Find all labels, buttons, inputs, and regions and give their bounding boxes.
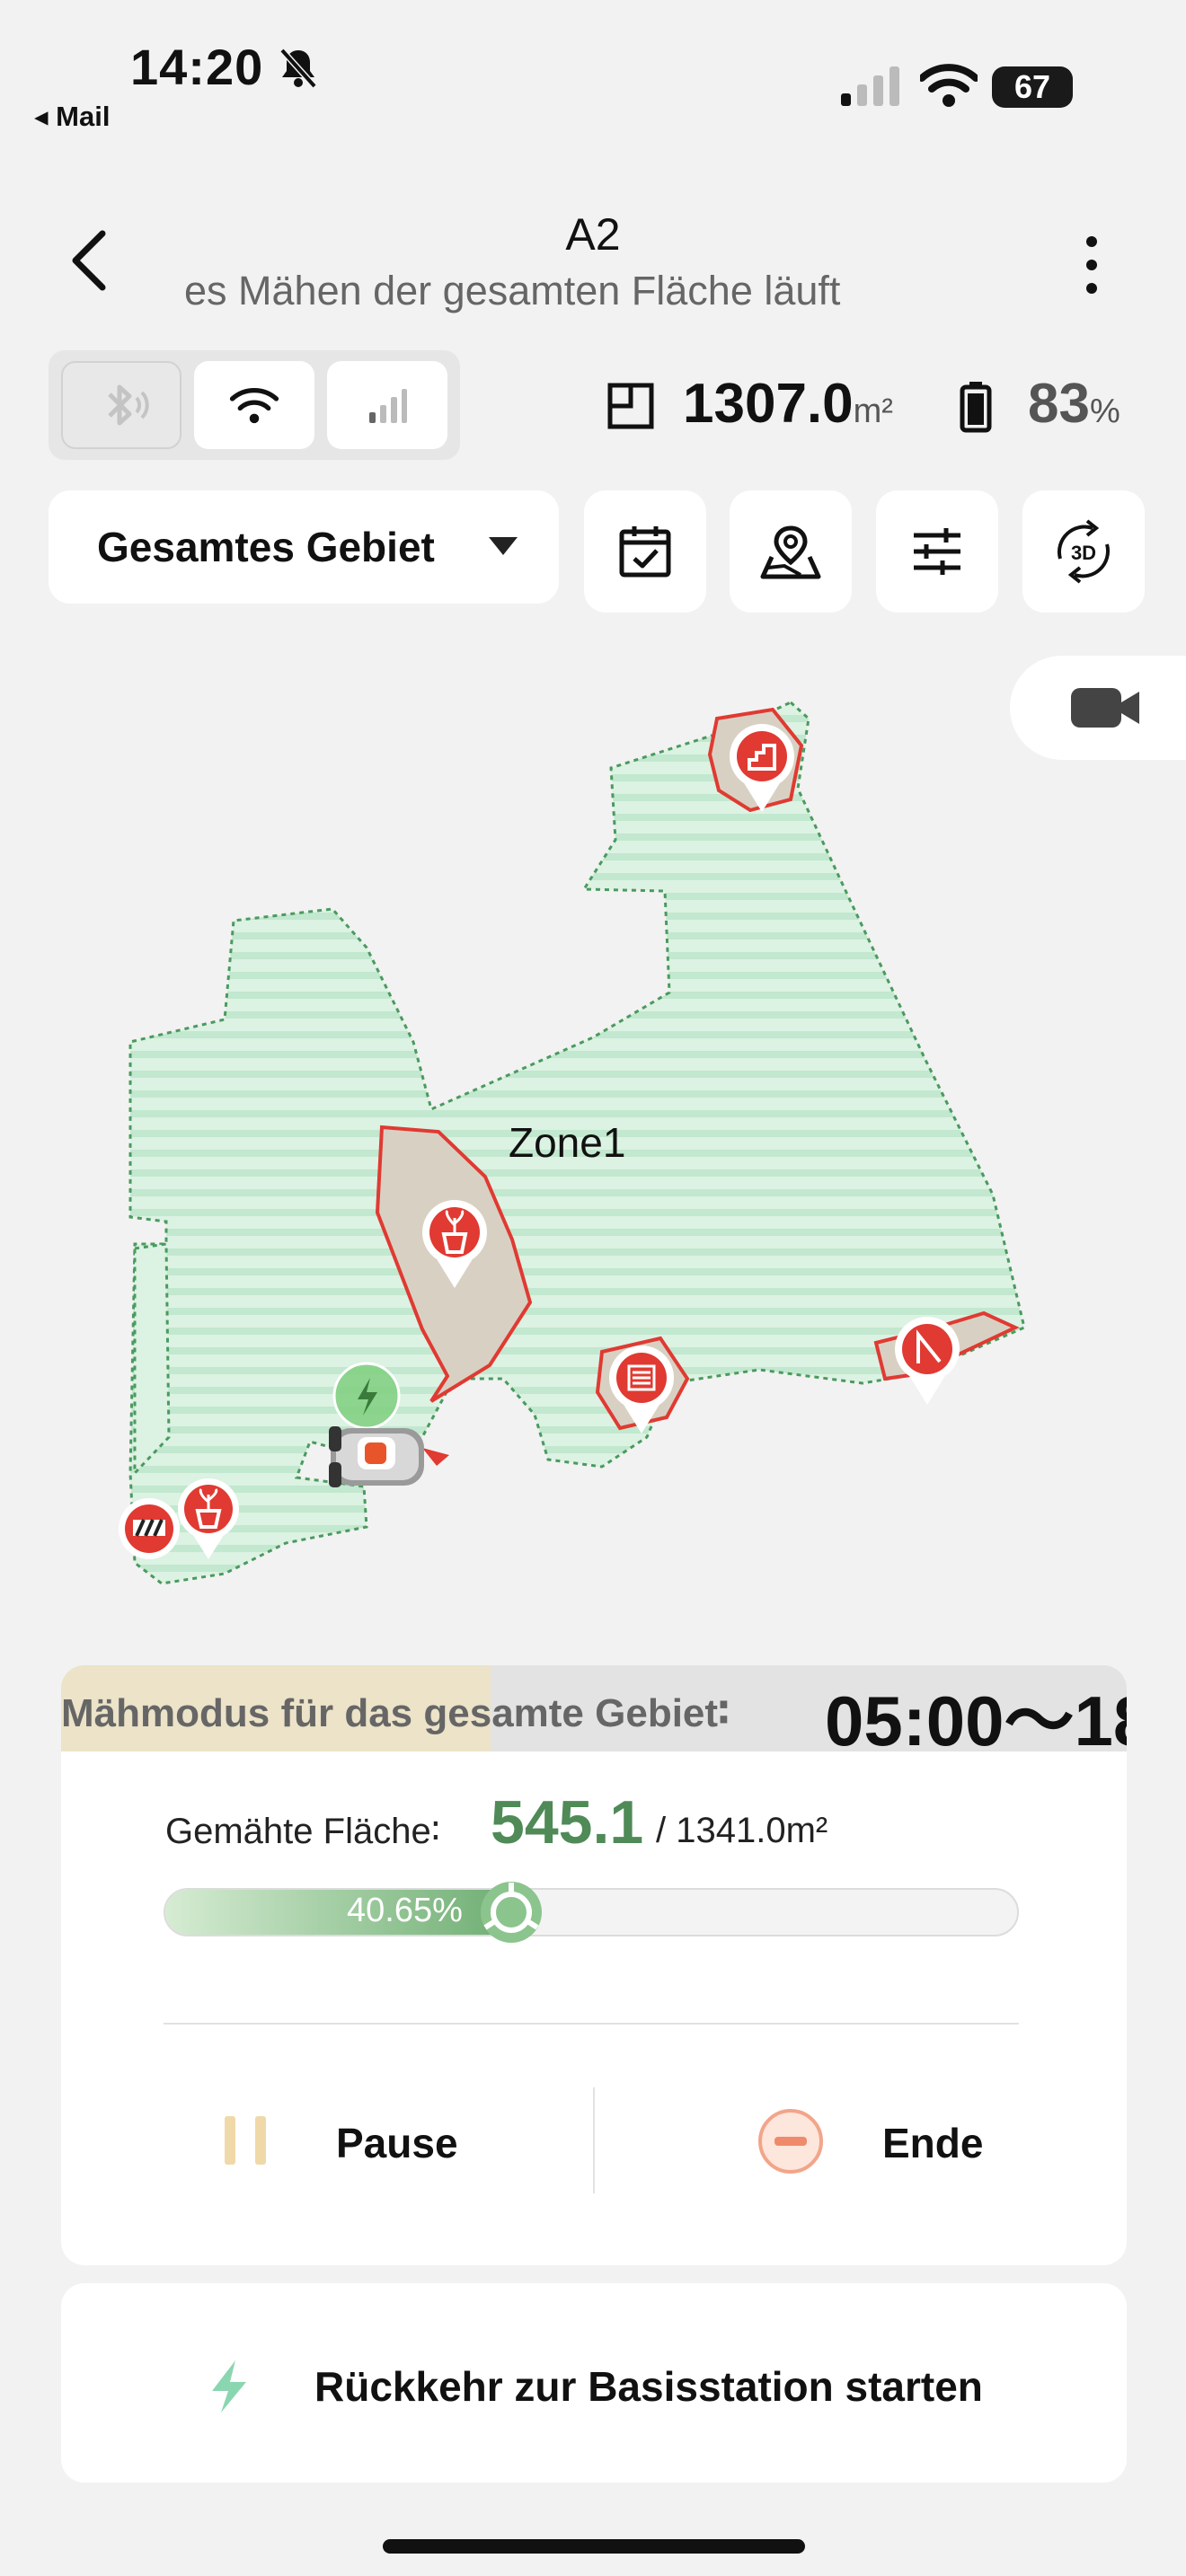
more-options-icon[interactable]	[1074, 229, 1110, 301]
barrier-marker-icon[interactable]	[119, 1498, 180, 1559]
mower-battery-value: 83%	[1028, 373, 1120, 435]
return-to-base-label: Rückkehr zur Basisstation starten	[314, 2363, 983, 2410]
bluetooth-toggle[interactable]	[61, 361, 181, 449]
mowing-mode-label: Mähmodus für das gesamte Gebiet∶	[61, 1691, 730, 1735]
progress-percent: 40.65%	[347, 1892, 463, 1929]
stop-icon	[758, 2109, 823, 2174]
area-icon	[607, 383, 654, 429]
calendar-icon	[619, 526, 671, 578]
connectivity-switch	[49, 350, 460, 460]
mowing-time-window: 05:00～18	[825, 1681, 1127, 1760]
device-battery-indicator: 67	[992, 66, 1073, 108]
schedule-button[interactable]	[584, 490, 706, 613]
pause-label: Pause	[336, 2120, 458, 2166]
status-time: 14:20	[130, 39, 264, 95]
back-to-app-link[interactable]: ◂ Mail	[34, 101, 110, 133]
mowed-area-total: / 1341.0m²	[656, 1811, 828, 1850]
mower-battery-icon	[960, 382, 992, 433]
cellular-signal-icon	[841, 66, 899, 106]
card-divider	[164, 2023, 1019, 2025]
end-button[interactable]: Ende	[595, 2042, 1127, 2265]
page-title: A2	[565, 209, 621, 260]
mowing-progress-card: Mähmodus für das gesamte Gebiet∶ 05:00～1…	[61, 1665, 1127, 2265]
lawn-strip	[133, 1242, 171, 1477]
end-label: Ende	[882, 2120, 984, 2166]
caret-down-icon	[489, 537, 518, 555]
zone-select-label: Gesamtes Gebiet	[97, 524, 435, 570]
zone-label: Zone1	[509, 1119, 626, 1166]
progress-knob-icon	[481, 1882, 542, 1943]
rotate-3d-icon: 3D	[1058, 519, 1110, 584]
map-pin-icon	[760, 525, 821, 579]
lightning-icon	[212, 2360, 246, 2413]
lawn-area-value: 1307.0m²	[683, 373, 893, 435]
slope-marker-icon[interactable]	[895, 1317, 960, 1405]
mowed-area-label: Gemähte Fläche∶	[165, 1812, 441, 1851]
3d-view-button[interactable]: 3D	[1022, 490, 1145, 613]
status-subtitle: es Mähen der gesamten Fläche läuft	[184, 268, 841, 313]
settings-button[interactable]	[876, 490, 998, 613]
sliders-icon	[914, 528, 960, 575]
bluetooth-icon	[108, 384, 149, 426]
mower-icon	[329, 1426, 449, 1487]
pause-button[interactable]: Pause	[61, 2042, 593, 2265]
wifi-icon	[229, 388, 279, 424]
map-edit-button[interactable]	[730, 490, 852, 613]
mowed-area-value: 545.1	[491, 1788, 644, 1857]
3d-label: 3D	[1071, 542, 1096, 564]
wifi-icon	[920, 64, 978, 107]
charging-station-icon[interactable]	[332, 1362, 401, 1430]
home-indicator[interactable]	[383, 2539, 805, 2554]
cellular-signal-icon	[369, 389, 407, 423]
wifi-toggle[interactable]	[194, 361, 314, 449]
return-to-base-button[interactable]: Rückkehr zur Basisstation starten	[61, 2283, 1127, 2483]
bell-slash-icon	[279, 48, 317, 89]
pause-icon	[225, 2116, 266, 2165]
cellular-toggle[interactable]	[327, 361, 447, 449]
zone-select[interactable]: Gesamtes Gebiet	[49, 490, 559, 604]
